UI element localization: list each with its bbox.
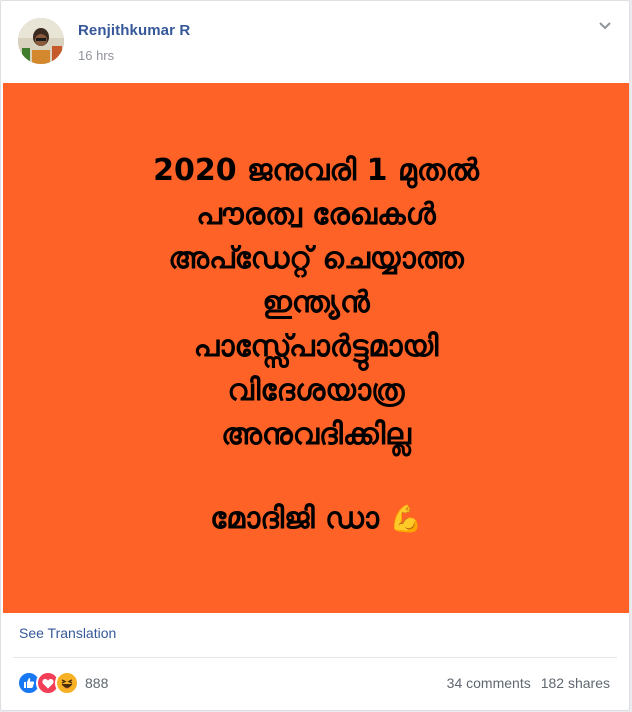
shares-count-link[interactable]: 182 shares xyxy=(541,675,610,691)
haha-icon xyxy=(55,671,79,695)
post-image[interactable]: 2020 ജനുവരി 1 മുതൽ പൗരത്വ രേഖകൾ അപ്ഡേറ്റ… xyxy=(3,83,629,613)
image-text-line: ഇന്ത്യൻ xyxy=(262,285,370,320)
image-text-line: അപ്ഡേറ്റ് ചെയ്യാത്ത xyxy=(168,241,464,276)
image-text-line: 2020 ജനുവരി 1 മുതൽ xyxy=(153,153,479,188)
post-options-button[interactable] xyxy=(595,16,615,36)
image-text-line: വിദേശയാത്ര xyxy=(227,373,405,408)
image-text-line: അനുവദിക്കില്ല xyxy=(221,417,411,452)
chevron-down-icon xyxy=(599,22,611,30)
post-header: Renjithkumar R 16 hrs xyxy=(1,1,629,83)
see-translation-link[interactable]: See Translation xyxy=(19,625,116,641)
flexed-biceps-icon: 💪 xyxy=(389,504,422,535)
image-text-line: പാസ്സ്പോർട്ടുമായി xyxy=(193,329,439,364)
post-timestamp[interactable]: 16 hrs xyxy=(78,48,114,63)
reaction-count: 888 xyxy=(85,675,109,691)
post-image-text: 2020 ജനുവരി 1 മുതൽ പൗരത്വ രേഖകൾ അപ്ഡേറ്റ… xyxy=(3,149,629,542)
image-text-closing: മോദിജി ഡാ 💪 xyxy=(3,497,629,542)
post-card: Renjithkumar R 16 hrs 2020 ജനുവരി 1 മുതൽ… xyxy=(0,0,630,711)
reactions-summary[interactable]: 888 xyxy=(17,671,109,695)
closing-text: മോദിജി ഡാ xyxy=(210,501,379,536)
divider xyxy=(13,657,617,658)
avatar-photo-icon xyxy=(18,18,64,64)
image-text-line: പൗരത്വ രേഖകൾ xyxy=(196,197,436,232)
avatar[interactable] xyxy=(18,18,64,64)
author-name[interactable]: Renjithkumar R xyxy=(78,22,190,39)
comments-count-link[interactable]: 34 comments xyxy=(447,675,531,691)
post-stats: 34 comments 182 shares xyxy=(447,675,610,691)
